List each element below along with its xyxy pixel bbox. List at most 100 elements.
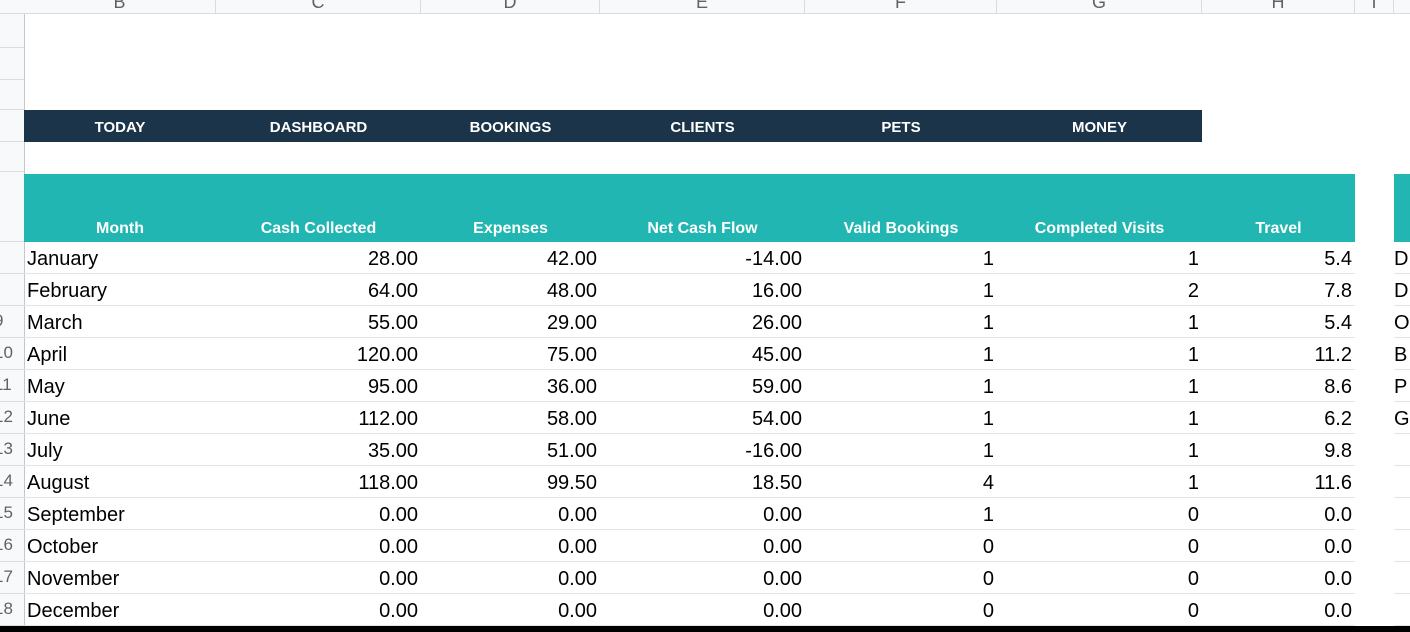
value-cell[interactable]: 54.00: [600, 402, 805, 433]
row-header[interactable]: 16: [0, 530, 24, 562]
value-cell[interactable]: 0.00: [216, 562, 421, 593]
month-cell[interactable]: March: [24, 306, 219, 337]
value-cell[interactable]: 0.00: [600, 562, 805, 593]
value-cell[interactable]: 95.00: [216, 370, 421, 401]
value-cell[interactable]: 0.00: [216, 594, 421, 625]
column-header-b[interactable]: B: [24, 0, 216, 13]
side-cell[interactable]: D: [1394, 274, 1410, 306]
nav-bookings[interactable]: BOOKINGS: [421, 110, 600, 142]
column-header-c[interactable]: C: [216, 0, 421, 13]
value-cell[interactable]: -14.00: [600, 242, 805, 273]
nav-clients[interactable]: CLIENTS: [600, 110, 805, 142]
value-cell[interactable]: 0.00: [216, 530, 421, 561]
side-cell[interactable]: [1394, 498, 1410, 530]
value-cell[interactable]: 1: [997, 306, 1202, 337]
row-header[interactable]: 15: [0, 498, 24, 530]
column-header-d[interactable]: D: [421, 0, 600, 13]
value-cell[interactable]: 0: [997, 530, 1202, 561]
value-cell[interactable]: 58.00: [421, 402, 600, 433]
side-cell[interactable]: G: [1394, 402, 1410, 434]
row-header[interactable]: [0, 172, 24, 242]
value-cell[interactable]: 29.00: [421, 306, 600, 337]
value-cell[interactable]: 1: [997, 242, 1202, 273]
value-cell[interactable]: 11.2: [1202, 338, 1355, 369]
value-cell[interactable]: 1: [805, 306, 997, 337]
value-cell[interactable]: 5.4: [1202, 306, 1355, 337]
side-cell[interactable]: [1394, 466, 1410, 498]
month-cell[interactable]: January: [24, 242, 219, 273]
value-cell[interactable]: 1: [997, 338, 1202, 369]
value-cell[interactable]: 5.4: [1202, 242, 1355, 273]
value-cell[interactable]: 99.50: [421, 466, 600, 497]
value-cell[interactable]: 0.00: [421, 530, 600, 561]
side-cell[interactable]: O: [1394, 306, 1410, 338]
month-cell[interactable]: August: [24, 466, 219, 497]
value-cell[interactable]: 0.00: [421, 562, 600, 593]
value-cell[interactable]: 1: [997, 370, 1202, 401]
value-cell[interactable]: 51.00: [421, 434, 600, 465]
value-cell[interactable]: 59.00: [600, 370, 805, 401]
value-cell[interactable]: 1: [805, 274, 997, 305]
month-cell[interactable]: April: [24, 338, 219, 369]
value-cell[interactable]: 0.00: [421, 498, 600, 529]
value-cell[interactable]: 75.00: [421, 338, 600, 369]
row-header[interactable]: [0, 242, 24, 274]
row-header[interactable]: 12: [0, 402, 24, 434]
nav-pets[interactable]: PETS: [805, 110, 997, 142]
row-header[interactable]: 11: [0, 370, 24, 402]
value-cell[interactable]: 0: [805, 594, 997, 625]
value-cell[interactable]: 0.00: [216, 498, 421, 529]
side-cell[interactable]: D: [1394, 242, 1410, 274]
nav-today[interactable]: TODAY: [24, 110, 216, 142]
value-cell[interactable]: 0.0: [1202, 562, 1355, 593]
side-cell[interactable]: [1394, 562, 1410, 594]
value-cell[interactable]: 0: [805, 530, 997, 561]
row-header[interactable]: [0, 14, 24, 48]
value-cell[interactable]: 0: [805, 562, 997, 593]
value-cell[interactable]: 1: [805, 338, 997, 369]
row-header[interactable]: 10: [0, 338, 24, 370]
value-cell[interactable]: 26.00: [600, 306, 805, 337]
value-cell[interactable]: 45.00: [600, 338, 805, 369]
row-header[interactable]: 14: [0, 466, 24, 498]
value-cell[interactable]: 18.50: [600, 466, 805, 497]
side-cell[interactable]: [1394, 594, 1410, 626]
value-cell[interactable]: 9.8: [1202, 434, 1355, 465]
side-cell[interactable]: [1394, 530, 1410, 562]
month-cell[interactable]: October: [24, 530, 219, 561]
value-cell[interactable]: 1: [805, 242, 997, 273]
value-cell[interactable]: 35.00: [216, 434, 421, 465]
value-cell[interactable]: 0.00: [600, 498, 805, 529]
side-cell[interactable]: P: [1394, 370, 1410, 402]
row-header[interactable]: 9: [0, 306, 24, 338]
value-cell[interactable]: 1: [805, 370, 997, 401]
value-cell[interactable]: 0.00: [421, 594, 600, 625]
value-cell[interactable]: 0: [997, 498, 1202, 529]
value-cell[interactable]: 1: [805, 402, 997, 433]
value-cell[interactable]: 11.6: [1202, 466, 1355, 497]
nav-money[interactable]: MONEY: [997, 110, 1202, 142]
value-cell[interactable]: 1: [805, 498, 997, 529]
value-cell[interactable]: 1: [997, 402, 1202, 433]
value-cell[interactable]: 7.8: [1202, 274, 1355, 305]
row-header[interactable]: [0, 110, 24, 142]
value-cell[interactable]: 0.0: [1202, 594, 1355, 625]
row-header[interactable]: [0, 142, 24, 172]
value-cell[interactable]: 112.00: [216, 402, 421, 433]
column-header-f[interactable]: F: [805, 0, 997, 13]
month-cell[interactable]: June: [24, 402, 219, 433]
column-header-g[interactable]: G: [997, 0, 1202, 13]
month-cell[interactable]: July: [24, 434, 219, 465]
column-header-h[interactable]: H: [1202, 0, 1355, 13]
value-cell[interactable]: -16.00: [600, 434, 805, 465]
value-cell[interactable]: 55.00: [216, 306, 421, 337]
column-header-i[interactable]: I: [1355, 0, 1394, 13]
value-cell[interactable]: 2: [997, 274, 1202, 305]
value-cell[interactable]: 42.00: [421, 242, 600, 273]
value-cell[interactable]: 118.00: [216, 466, 421, 497]
nav-dashboard[interactable]: DASHBOARD: [216, 110, 421, 142]
row-header[interactable]: 17: [0, 562, 24, 594]
month-cell[interactable]: December: [24, 594, 219, 625]
month-cell[interactable]: November: [24, 562, 219, 593]
row-header[interactable]: 18: [0, 594, 24, 626]
